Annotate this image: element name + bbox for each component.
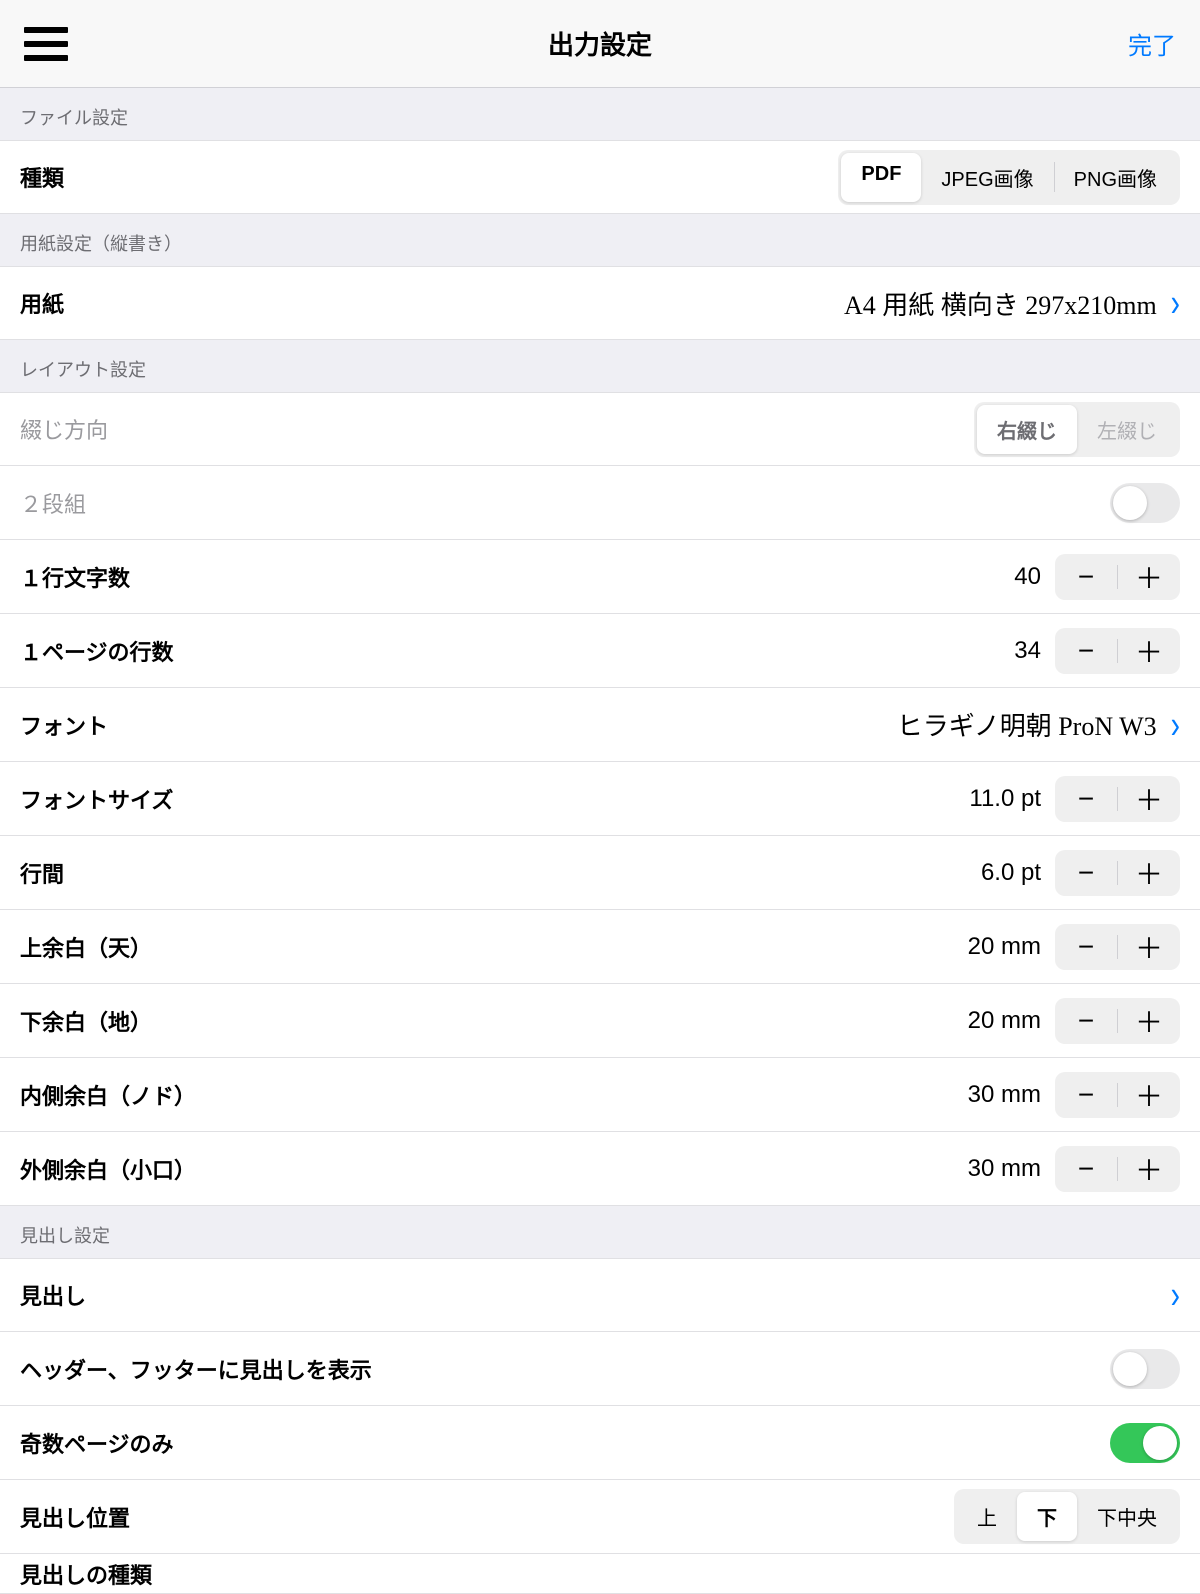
seg-jpeg[interactable]: JPEG画像 [921,153,1053,202]
show-in-hf-toggle[interactable] [1110,1349,1180,1389]
plus-button[interactable]: ＋ [1118,998,1180,1044]
row-chars-per-line: １行文字数 40 − ＋ [0,540,1200,614]
plus-button[interactable]: ＋ [1118,1146,1180,1192]
lines-per-page-label: １ページの行数 [20,635,174,667]
row-line-spacing: 行間 6.0 pt − ＋ [0,836,1200,910]
minus-button[interactable]: − [1055,1146,1117,1192]
two-column-label: ２段組 [20,487,86,519]
show-in-hf-label: ヘッダー、フッターに見出しを表示 [20,1353,372,1385]
row-lines-per-page: １ページの行数 34 − ＋ [0,614,1200,688]
section-header-file: ファイル設定 [0,88,1200,140]
margin-top-value: 20 mm [968,933,1041,961]
odd-only-toggle[interactable] [1110,1423,1180,1463]
chevron-right-icon: › [1171,702,1180,747]
menu-icon[interactable] [24,20,72,68]
section-header-layout: レイアウト設定 [0,340,1200,392]
page-title: 出力設定 [72,25,1128,62]
chevron-right-icon: › [1171,281,1180,326]
heading-label: 見出し [20,1279,86,1311]
row-heading-kind: 見出しの種類 [0,1554,1200,1594]
line-spacing-label: 行間 [20,857,64,889]
margin-outer-value: 30 mm [968,1155,1041,1183]
done-button[interactable]: 完了 [1128,26,1176,61]
minus-button[interactable]: − [1055,850,1117,896]
font-value: ヒラギノ明朝 ProN W3 [897,706,1157,743]
row-margin-inner: 内側余白（ノド） 30 mm − ＋ [0,1058,1200,1132]
chars-per-line-value: 40 [1014,563,1041,591]
margin-top-label: 上余白（天） [20,931,152,963]
lines-per-page-value: 34 [1014,637,1041,665]
margin-top-stepper: − ＋ [1055,924,1180,970]
font-size-value: 11.0 pt [969,785,1041,813]
row-heading[interactable]: 見出し › [0,1258,1200,1332]
row-font-size: フォントサイズ 11.0 pt − ＋ [0,762,1200,836]
plus-button[interactable]: ＋ [1118,776,1180,822]
seg-pos-bottom-center[interactable]: 下中央 [1077,1492,1177,1541]
chars-per-line-stepper: − ＋ [1055,554,1180,600]
minus-button[interactable]: − [1055,554,1117,600]
row-odd-only: 奇数ページのみ [0,1406,1200,1480]
minus-button[interactable]: − [1055,1072,1117,1118]
minus-button[interactable]: − [1055,998,1117,1044]
navbar: 出力設定 完了 [0,0,1200,88]
minus-button[interactable]: − [1055,628,1117,674]
plus-button[interactable]: ＋ [1118,1072,1180,1118]
row-heading-position: 見出し位置 上 下 下中央 [0,1480,1200,1554]
margin-outer-label: 外側余白（小口） [20,1153,196,1185]
margin-bottom-stepper: − ＋ [1055,998,1180,1044]
binding-segmented: 右綴じ 左綴じ [974,402,1180,457]
seg-pos-top[interactable]: 上 [957,1492,1017,1541]
row-show-in-hf: ヘッダー、フッターに見出しを表示 [0,1332,1200,1406]
chevron-right-icon: › [1171,1273,1180,1318]
seg-right-bind[interactable]: 右綴じ [977,405,1077,454]
row-binding: 綴じ方向 右綴じ 左綴じ [0,392,1200,466]
row-margin-outer: 外側余白（小口） 30 mm − ＋ [0,1132,1200,1206]
row-file-type: 種類 PDF JPEG画像 PNG画像 [0,140,1200,214]
font-label: フォント [20,709,108,741]
row-paper[interactable]: 用紙 A4 用紙 横向き 297x210mm › [0,266,1200,340]
heading-position-label: 見出し位置 [20,1501,130,1533]
row-font[interactable]: フォント ヒラギノ明朝 ProN W3 › [0,688,1200,762]
minus-button[interactable]: − [1055,924,1117,970]
seg-pos-bottom[interactable]: 下 [1017,1492,1077,1541]
margin-bottom-value: 20 mm [968,1007,1041,1035]
row-margin-top: 上余白（天） 20 mm − ＋ [0,910,1200,984]
margin-inner-value: 30 mm [968,1081,1041,1109]
margin-inner-stepper: − ＋ [1055,1072,1180,1118]
heading-position-segmented: 上 下 下中央 [954,1489,1180,1544]
seg-png[interactable]: PNG画像 [1054,153,1177,202]
row-margin-bottom: 下余白（地） 20 mm − ＋ [0,984,1200,1058]
file-type-label: 種類 [20,161,64,193]
plus-button[interactable]: ＋ [1118,924,1180,970]
margin-inner-label: 内側余白（ノド） [20,1079,196,1111]
chars-per-line-label: １行文字数 [20,561,130,593]
margin-bottom-label: 下余白（地） [20,1005,152,1037]
paper-label: 用紙 [20,287,64,319]
minus-button[interactable]: − [1055,776,1117,822]
section-header-paper: 用紙設定（縦書き） [0,214,1200,266]
plus-button[interactable]: ＋ [1118,850,1180,896]
file-type-segmented: PDF JPEG画像 PNG画像 [838,150,1180,205]
seg-pdf[interactable]: PDF [841,153,921,202]
two-column-toggle[interactable] [1110,483,1180,523]
lines-per-page-stepper: − ＋ [1055,628,1180,674]
section-header-heading: 見出し設定 [0,1206,1200,1258]
font-size-label: フォントサイズ [20,783,173,815]
font-size-stepper: − ＋ [1055,776,1180,822]
margin-outer-stepper: − ＋ [1055,1146,1180,1192]
line-spacing-stepper: − ＋ [1055,850,1180,896]
paper-value: A4 用紙 横向き 297x210mm [844,285,1157,322]
plus-button[interactable]: ＋ [1118,628,1180,674]
seg-left-bind[interactable]: 左綴じ [1077,405,1177,454]
row-two-column: ２段組 [0,466,1200,540]
odd-only-label: 奇数ページのみ [20,1427,174,1459]
plus-button[interactable]: ＋ [1118,554,1180,600]
line-spacing-value: 6.0 pt [981,859,1041,887]
heading-kind-label: 見出しの種類 [20,1558,152,1590]
binding-label: 綴じ方向 [20,413,108,445]
